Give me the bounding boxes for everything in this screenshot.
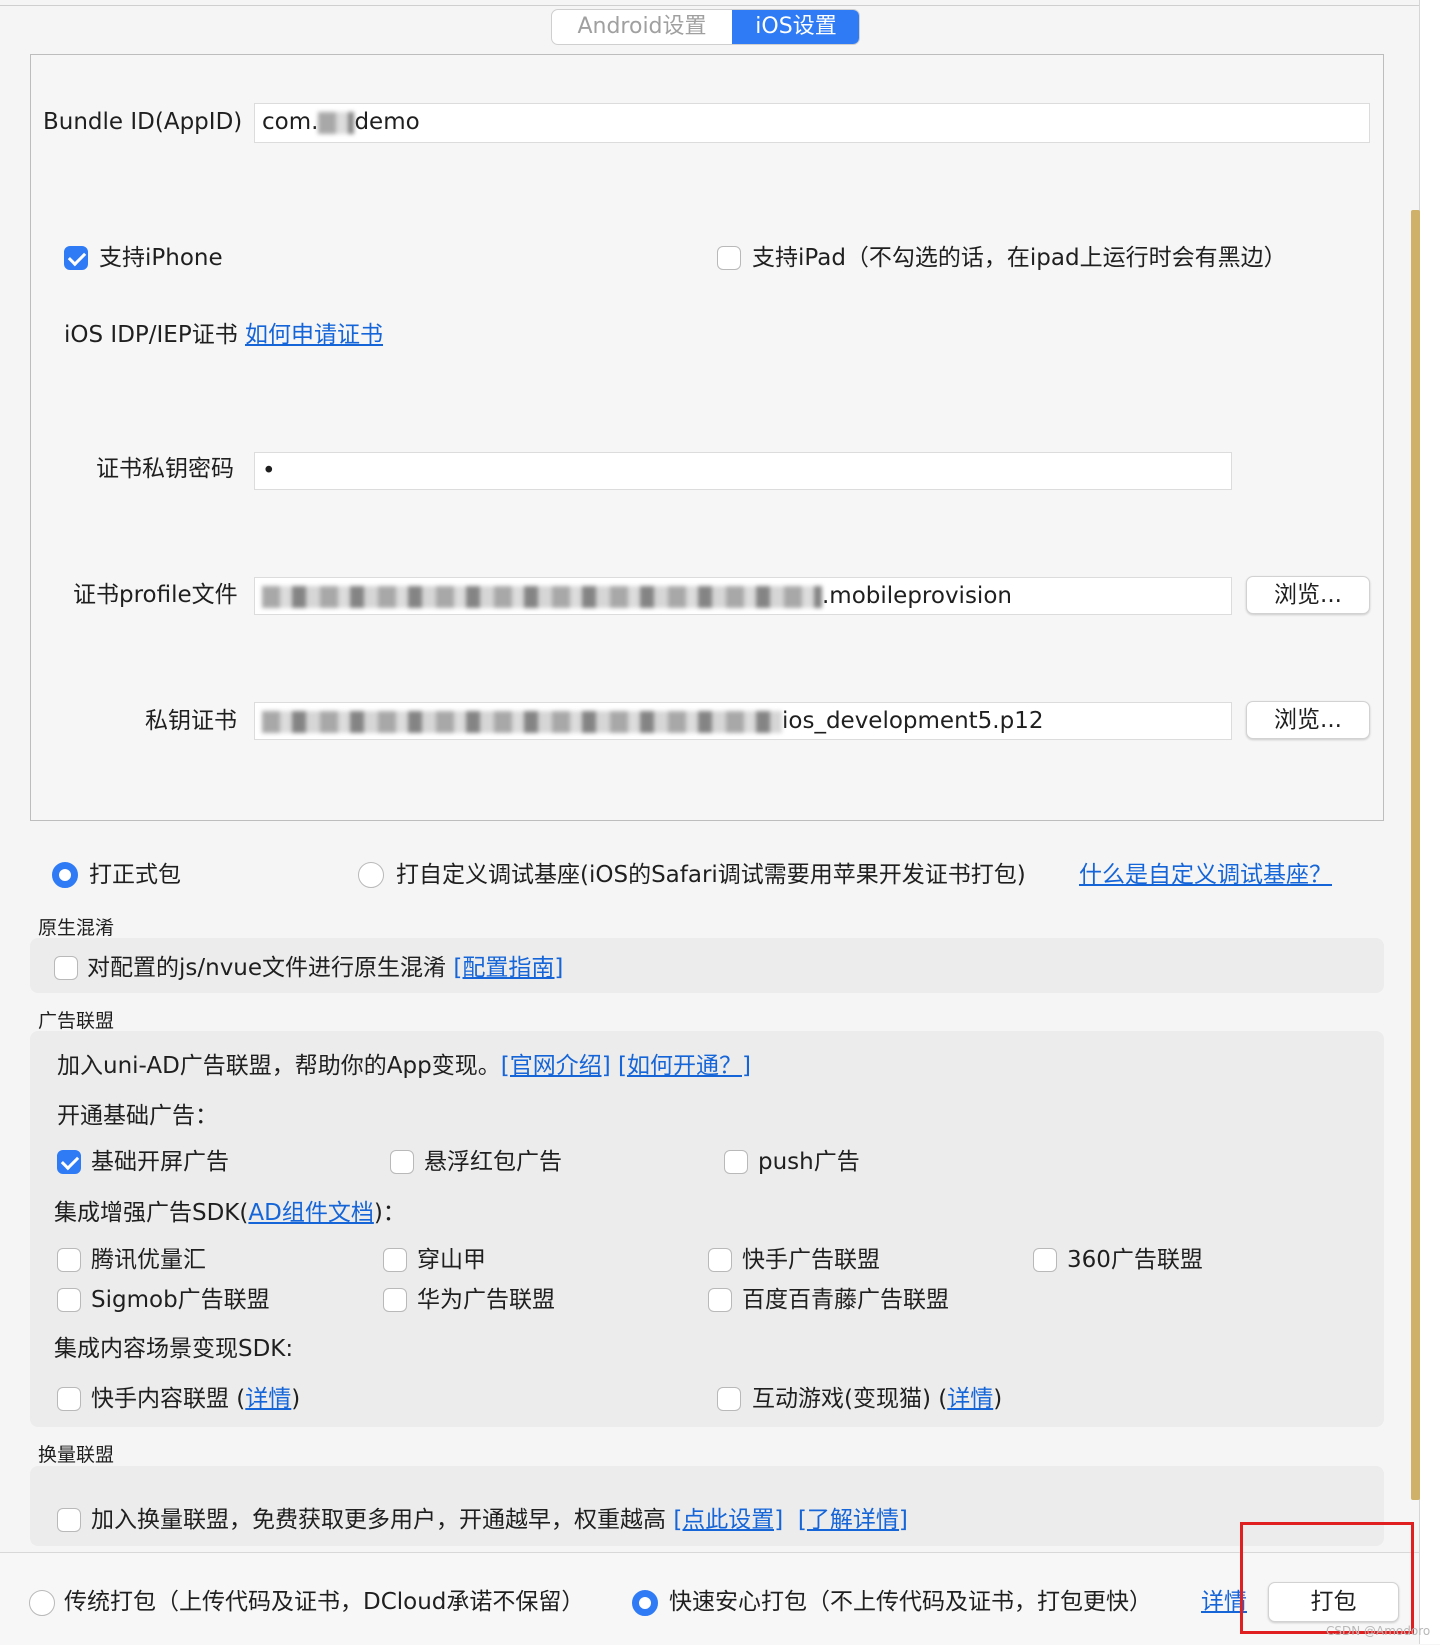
interactive-game-text: 互动游戏(变现猫) ( <box>752 1386 948 1412</box>
formal-package-label: 打正式包 <box>89 862 181 888</box>
ad-360-checkbox[interactable] <box>1033 1248 1057 1272</box>
content-sdk-title: 集成内容场景变现SDK: <box>54 1336 294 1362</box>
sigmob-ad-checkbox[interactable] <box>57 1288 81 1312</box>
kuaishou-content-suffix: ) <box>291 1386 301 1412</box>
basic-splash-ad-checkbox[interactable] <box>57 1150 81 1174</box>
exchange-checkbox[interactable] <box>57 1508 81 1532</box>
private-cert-input[interactable]: ios_development5.p12 <box>254 702 1232 740</box>
enhanced-sdk-title: 集成增强广告SDK(AD组件文档)： <box>54 1198 406 1228</box>
interactive-game-details-link[interactable]: 详情 <box>947 1386 993 1412</box>
iphone-label: 支持iPhone <box>99 245 223 271</box>
ad-360-label: 360广告联盟 <box>1067 1247 1203 1273</box>
profile-input[interactable]: .mobileprovision <box>254 577 1232 615</box>
ad-intro-text: 加入uni-AD广告联盟，帮助你的App变现。 <box>57 1053 501 1079</box>
profile-label: 证书profile文件 <box>73 582 238 608</box>
kuaishou-ad-label: 快手广告联盟 <box>742 1247 880 1273</box>
obfuscation-checkbox[interactable] <box>54 956 78 980</box>
redacted-blur <box>318 111 355 134</box>
kuaishou-content-details-link[interactable]: 详情 <box>245 1386 291 1412</box>
enhanced-sdk-title-prefix: 集成增强广告SDK( <box>54 1200 249 1226</box>
enhanced-sdk-title-suffix: )： <box>373 1200 406 1226</box>
fast-package-radio[interactable] <box>632 1590 658 1616</box>
top-divider <box>0 5 1420 6</box>
pangle-ad-checkbox[interactable] <box>383 1248 407 1272</box>
private-cert-label: 私钥证书 <box>145 708 237 734</box>
push-ad-label: push广告 <box>758 1149 860 1175</box>
tab-bar: Android设置 iOS设置 <box>551 9 860 45</box>
custom-base-help-link[interactable]: 什么是自定义调试基座？ <box>1079 860 1332 890</box>
ad-intro: 加入uni-AD广告联盟，帮助你的App变现。[官网介绍] [如何开通？] <box>57 1051 751 1081</box>
cert-label: iOS IDP/IEP证书 如何申请证书 <box>64 320 383 350</box>
highlight-box <box>1240 1522 1414 1634</box>
how-to-apply-cert-link[interactable]: 如何申请证书 <box>245 322 383 348</box>
ipad-note: （不勾选的话，在ipad上运行时会有黑边） <box>845 245 1287 271</box>
basic-splash-ad-label: 基础开屏广告 <box>91 1149 229 1175</box>
bundle-id-label: Bundle ID(AppID) <box>43 109 243 135</box>
tab-android[interactable]: Android设置 <box>552 10 732 44</box>
private-cert-value: ios_development5.p12 <box>782 708 1044 734</box>
watermark: CSDN @Amodoro <box>1326 1624 1431 1638</box>
kuaishou-content-text: 快手内容联盟 ( <box>91 1386 246 1412</box>
custom-base-radio[interactable] <box>358 862 384 888</box>
baidu-ad-checkbox[interactable] <box>708 1288 732 1312</box>
password-input[interactable]: • <box>254 452 1232 490</box>
scrollbar-thumb[interactable] <box>1411 210 1420 1500</box>
push-ad-checkbox[interactable] <box>724 1150 748 1174</box>
cert-label-text: iOS IDP/IEP证书 <box>64 322 238 348</box>
obfuscation-guide-link[interactable]: [配置指南] <box>453 955 563 981</box>
bundle-id-input[interactable]: com. demo <box>254 103 1370 143</box>
browse-private-cert-button[interactable]: 浏览... <box>1246 701 1370 739</box>
basic-ad-title: 开通基础广告： <box>57 1103 218 1129</box>
obfuscation-label: 对配置的js/nvue文件进行原生混淆 [配置指南] <box>87 953 563 983</box>
bundle-id-suffix: demo <box>354 109 420 135</box>
kuaishou-content-checkbox[interactable] <box>57 1387 81 1411</box>
interactive-game-checkbox[interactable] <box>717 1387 741 1411</box>
custom-base-label: 打自定义调试基座(iOS的Safari调试需要用苹果开发证书打包) <box>396 862 1026 888</box>
ipad-label: 支持iPad（不勾选的话，在ipad上运行时会有黑边） <box>752 243 1287 273</box>
exchange-label-text: 加入换量联盟，免费获取更多用户，开通越早，权重越高 <box>91 1507 666 1533</box>
redacted-blur <box>262 585 822 608</box>
interactive-game-label: 互动游戏(变现猫) (详情) <box>752 1384 1002 1414</box>
floating-redpacket-ad-label: 悬浮红包广告 <box>424 1149 562 1175</box>
kuaishou-ad-checkbox[interactable] <box>708 1248 732 1272</box>
pangle-ad-label: 穿山甲 <box>417 1247 486 1273</box>
ad-panel <box>30 1031 1384 1427</box>
floating-redpacket-ad-checkbox[interactable] <box>390 1150 414 1174</box>
exchange-settings-link[interactable]: [点此设置] <box>673 1507 783 1533</box>
ad-how-to-open-link[interactable]: [如何开通？] <box>618 1053 751 1079</box>
ipad-checkbox[interactable] <box>717 246 741 270</box>
bundle-id-prefix: com. <box>262 109 319 135</box>
tab-ios[interactable]: iOS设置 <box>732 10 859 44</box>
interactive-game-suffix: ) <box>993 1386 1003 1412</box>
traditional-package-radio[interactable] <box>29 1590 55 1616</box>
tencent-ad-label: 腾讯优量汇 <box>91 1247 206 1273</box>
huawei-ad-label: 华为广告联盟 <box>417 1287 555 1313</box>
baidu-ad-label: 百度百青藤广告联盟 <box>742 1287 949 1313</box>
kuaishou-content-label: 快手内容联盟 (详情) <box>91 1384 300 1414</box>
redacted-blur <box>262 710 782 733</box>
formal-package-radio[interactable] <box>52 862 78 888</box>
sigmob-ad-label: Sigmob广告联盟 <box>91 1287 270 1313</box>
scrollbar-track <box>1420 0 1440 1644</box>
profile-value: .mobileprovision <box>822 583 1012 609</box>
browse-profile-button[interactable]: 浏览... <box>1246 576 1370 614</box>
fast-package-label: 快速安心打包（不上传代码及证书，打包更快） <box>669 1589 1152 1615</box>
ad-component-docs-link[interactable]: AD组件文档 <box>248 1200 373 1226</box>
ipad-label-text: 支持iPad <box>752 245 846 271</box>
huawei-ad-checkbox[interactable] <box>383 1288 407 1312</box>
tencent-ad-checkbox[interactable] <box>57 1248 81 1272</box>
obfuscation-label-text: 对配置的js/nvue文件进行原生混淆 <box>87 955 447 981</box>
password-label: 证书私钥密码 <box>96 456 234 482</box>
ad-website-link[interactable]: [官网介绍] <box>501 1053 611 1079</box>
exchange-label: 加入换量联盟，免费获取更多用户，开通越早，权重越高 [点此设置] [了解详情] <box>91 1505 908 1535</box>
iphone-checkbox[interactable] <box>64 246 88 270</box>
traditional-package-label: 传统打包（上传代码及证书，DCloud承诺不保留） <box>64 1589 585 1615</box>
exchange-details-link[interactable]: [了解详情] <box>798 1507 908 1533</box>
